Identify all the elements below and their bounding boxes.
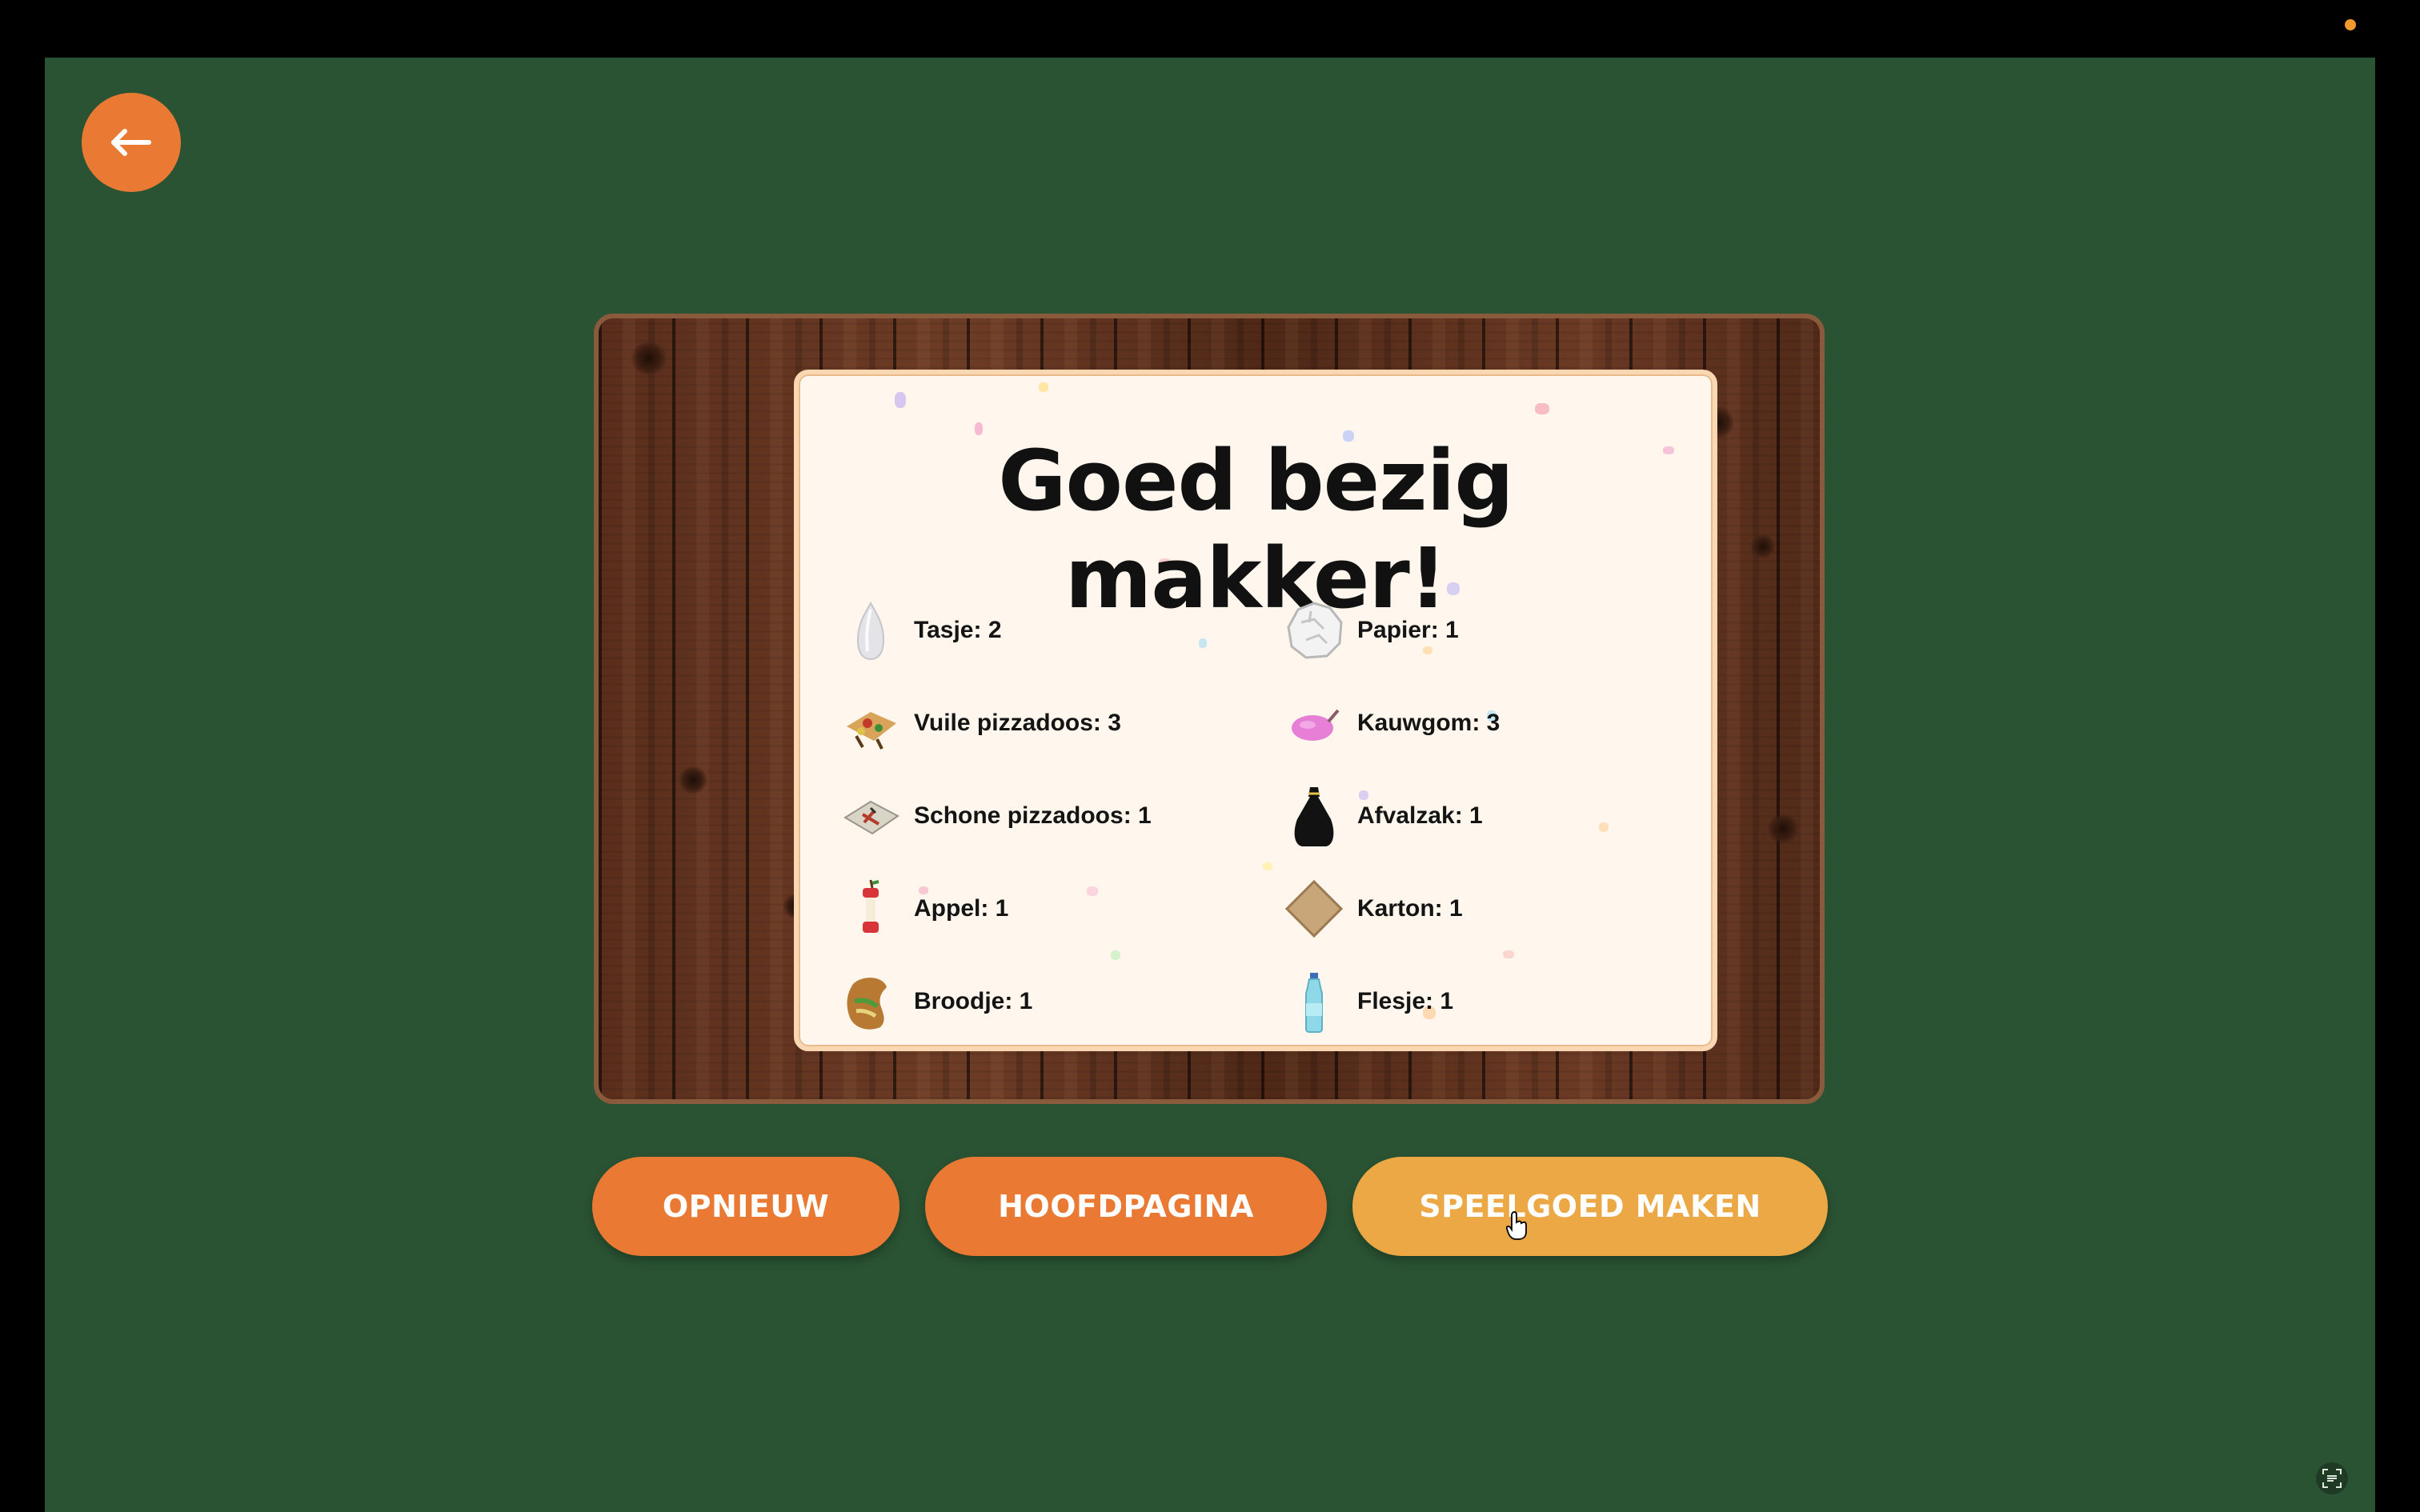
plastic-bag-icon bbox=[839, 598, 903, 662]
dirty-pizza-box-icon bbox=[839, 691, 903, 755]
home-button[interactable]: HOOFDPAGINA bbox=[925, 1157, 1327, 1256]
scan-text-icon[interactable] bbox=[2316, 1462, 2348, 1494]
item-label: Appel: 1 bbox=[914, 895, 1009, 922]
make-toy-button[interactable]: SPEELGOED MAKEN bbox=[1352, 1157, 1828, 1256]
clean-pizza-box-icon bbox=[839, 784, 903, 848]
apple-core-icon bbox=[839, 877, 903, 941]
result-item-karton: Karton: 1 bbox=[1282, 877, 1463, 941]
retry-button[interactable]: OPNIEUW bbox=[592, 1157, 899, 1256]
trash-bag-icon bbox=[1282, 784, 1346, 848]
item-label: Tasje: 2 bbox=[914, 617, 1002, 643]
arrow-left-icon bbox=[111, 129, 151, 156]
item-label: Vuile pizzadoos: 3 bbox=[914, 710, 1121, 736]
status-dot bbox=[2345, 19, 2356, 30]
result-item-kauwgom: Kauwgom: 3 bbox=[1282, 691, 1500, 755]
item-label: Kauwgom: 3 bbox=[1357, 710, 1500, 736]
chewing-gum-icon bbox=[1282, 691, 1346, 755]
hand-cursor-icon bbox=[1506, 1211, 1527, 1240]
top-bar bbox=[0, 0, 2420, 58]
item-label: Flesje: 1 bbox=[1357, 988, 1454, 1014]
item-label: Schone pizzadoos: 1 bbox=[914, 802, 1152, 829]
item-label: Papier: 1 bbox=[1357, 617, 1459, 643]
result-item-afvalzak: Afvalzak: 1 bbox=[1282, 784, 1483, 848]
item-label: Broodje: 1 bbox=[914, 988, 1033, 1014]
crumpled-paper-icon bbox=[1282, 598, 1346, 662]
sandwich-icon bbox=[839, 970, 903, 1034]
item-label: Afvalzak: 1 bbox=[1357, 802, 1483, 829]
results-card: Goed bezig makker! Tasje: 2 Papier: 1 Vu… bbox=[794, 370, 1717, 1051]
result-item-papier: Papier: 1 bbox=[1282, 598, 1459, 662]
back-button[interactable] bbox=[82, 93, 181, 192]
result-item-flesje: Flesje: 1 bbox=[1282, 970, 1453, 1034]
result-item-broodje: Broodje: 1 bbox=[839, 970, 1032, 1034]
bottle-icon bbox=[1282, 970, 1346, 1034]
game-screen: Goed bezig makker! Tasje: 2 Papier: 1 Vu… bbox=[45, 58, 2375, 1512]
result-item-vuile-pizzadoos: Vuile pizzadoos: 3 bbox=[839, 691, 1121, 755]
result-item-appel: Appel: 1 bbox=[839, 877, 1008, 941]
item-label: Karton: 1 bbox=[1357, 895, 1463, 922]
result-item-tasje: Tasje: 2 bbox=[839, 598, 1002, 662]
cardboard-icon bbox=[1282, 877, 1346, 941]
result-item-schone-pizzadoos: Schone pizzadoos: 1 bbox=[839, 784, 1152, 848]
